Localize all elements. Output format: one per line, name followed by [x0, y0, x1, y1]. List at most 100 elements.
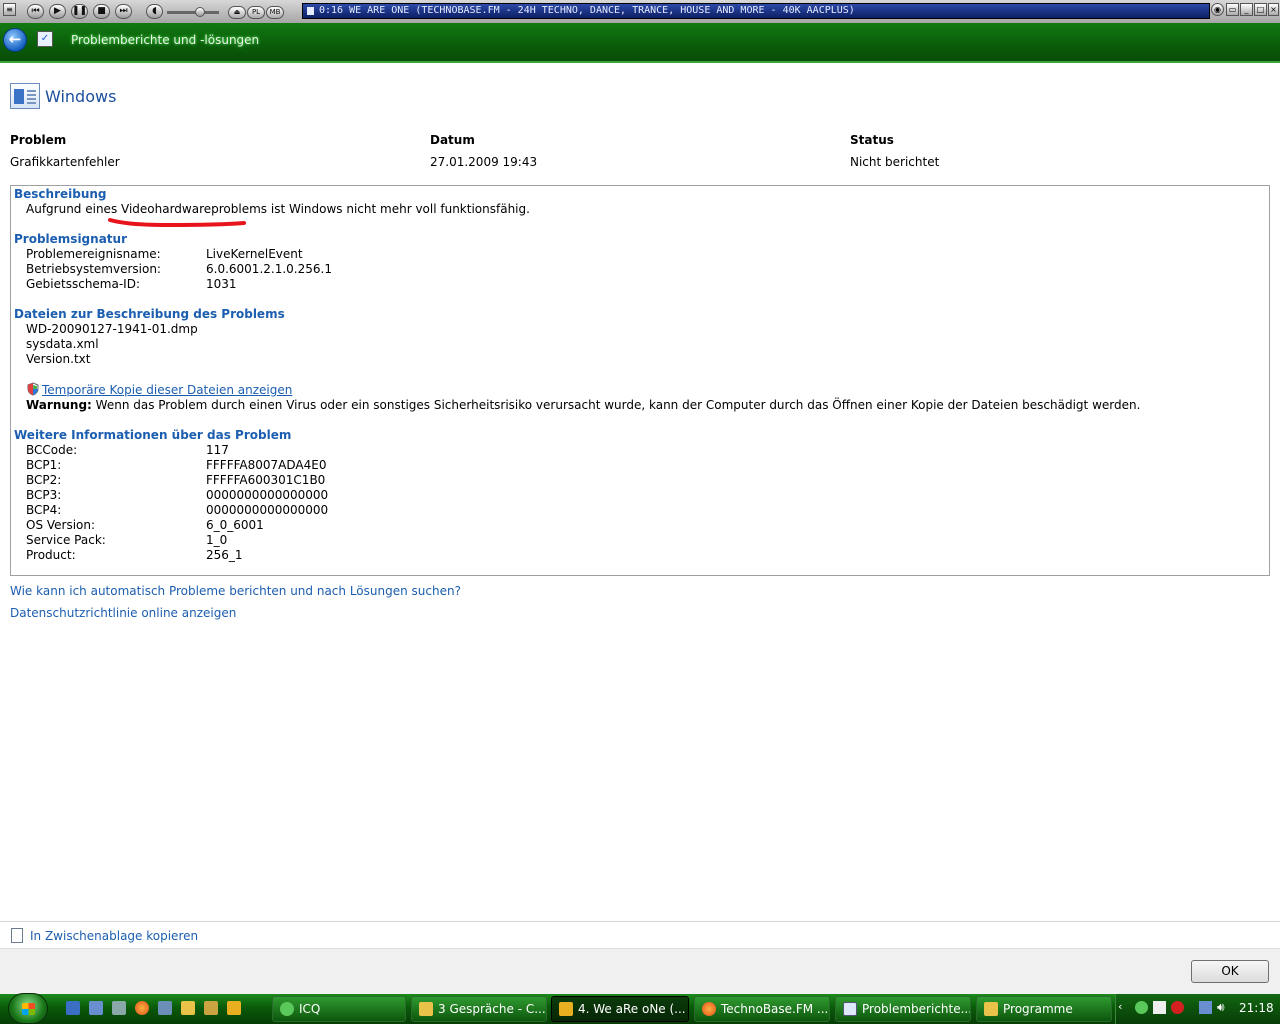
icq-flower-icon [280, 1002, 294, 1016]
taskbar-button-icq[interactable]: ICQ [272, 996, 406, 1022]
taskbar-button-label: ICQ [299, 1002, 321, 1016]
taskbar-button-label: Programme [1003, 1002, 1073, 1016]
back-arrow-icon[interactable]: ← [3, 28, 27, 52]
date-value: 27.01.2009 19:43 [430, 155, 538, 169]
description-text: Aufgrund eines Videohardwareproblems ist… [26, 202, 530, 216]
winamp-options-icon[interactable]: ◉ [1211, 3, 1224, 16]
description-heading: Beschreibung [14, 187, 107, 201]
footer-divider [0, 921, 1280, 922]
eject-icon[interactable]: ⏏ [228, 6, 246, 19]
more-info-value: 0000000000000000 [206, 488, 329, 502]
antivirus-tray-icon[interactable] [1171, 1001, 1184, 1014]
warning-line: Warnung: Wenn das Problem durch einen Vi… [26, 398, 1140, 412]
more-info-value: FFFFFA600301C1B0 [206, 473, 326, 487]
auto-report-help-link[interactable]: Wie kann ich automatisch Probleme berich… [10, 584, 461, 598]
red-underline-annotation [108, 218, 246, 227]
more-info-label: BCCode: [26, 443, 78, 457]
file-item: Version.txt [26, 352, 91, 366]
quicklaunch-app-icon[interactable] [112, 1001, 126, 1015]
problem-value: Grafikkartenfehler [10, 155, 120, 169]
firefox-icon [702, 1002, 716, 1016]
more-info-heading: Weitere Informationen über das Problem [14, 428, 292, 442]
ok-button[interactable]: OK [1191, 960, 1269, 983]
files-heading: Dateien zur Beschreibung des Problems [14, 307, 285, 321]
network-tray-icon[interactable] [1199, 1001, 1212, 1014]
folder-icon [984, 1002, 998, 1016]
winamp-shade-icon[interactable]: ▭ [1226, 3, 1239, 16]
file-item: sysdata.xml [26, 337, 99, 351]
track-title-text: 0:16 WE ARE ONE (TECHNOBASE.FM - 24H TEC… [319, 5, 855, 16]
taskbar-button-label: 3 Gespräche - C... [438, 1002, 546, 1016]
winamp-icon [559, 1002, 573, 1016]
volume-icon[interactable]: ◖ [146, 4, 163, 19]
trophy-icon[interactable] [204, 1001, 218, 1015]
privacy-policy-link[interactable]: Datenschutzrichtlinie online anzeigen [10, 606, 236, 620]
signature-label: Betriebsystemversion: [26, 262, 161, 276]
taskbar-button-label: Problemberichte... [862, 1002, 971, 1016]
volume-slider[interactable] [167, 11, 219, 14]
window-title: Problemberichte und -lösungen [71, 33, 260, 47]
taskbar-button-label: TechnoBase.FM ... [721, 1002, 829, 1016]
more-info-label: BCP2: [26, 473, 62, 487]
problem-reports-app-icon: ✓ [37, 31, 53, 47]
taskbar-button-label: 4. We aRe oNe (... [578, 1002, 686, 1016]
taskbar-button-firefox[interactable]: TechnoBase.FM ... [694, 996, 830, 1022]
product-name: Windows [45, 87, 117, 106]
show-desktop-icon[interactable] [66, 1001, 80, 1015]
network-tool-icon[interactable] [158, 1001, 172, 1015]
volume-tray-icon[interactable]: 🔊︎ [1217, 1001, 1230, 1014]
file-item: WD-20090127-1941-01.dmp [26, 322, 198, 336]
signature-value: 6.0.6001.2.1.0.256.1 [206, 262, 332, 276]
taskbar-button-conversations[interactable]: 3 Gespräche - C... [411, 996, 547, 1022]
next-track-icon[interactable]: ⏭ [115, 4, 132, 19]
winamp-minimize-icon[interactable]: _ [1240, 3, 1253, 16]
folder-icon[interactable] [181, 1001, 195, 1015]
warning-text: Wenn das Problem durch einen Virus oder … [95, 398, 1141, 412]
taskbar-clock[interactable]: 21:18 [1239, 1001, 1274, 1015]
more-info-value: 0000000000000000 [206, 503, 329, 517]
copy-to-clipboard-link[interactable]: In Zwischenablage kopieren [30, 929, 198, 943]
taskbar-button-winamp[interactable]: 4. We aRe oNe (... [551, 996, 689, 1022]
play-icon[interactable]: ▶ [49, 4, 66, 19]
more-info-label: Product: [26, 548, 76, 562]
winamp-icon[interactable] [227, 1001, 241, 1015]
previous-track-icon[interactable]: ⏮ [27, 4, 44, 19]
chat-icon [419, 1002, 433, 1016]
signature-heading: Problemsignatur [14, 232, 127, 246]
more-info-value: 6_0_6001 [206, 518, 264, 532]
more-info-value: 1_0 [206, 533, 228, 547]
status-column-header: Status [850, 133, 894, 147]
icq-tray-icon[interactable] [1135, 1001, 1148, 1014]
volume-slider-thumb[interactable] [195, 7, 205, 17]
view-temporary-copy-link[interactable]: Temporäre Kopie dieser Dateien anzeigen [42, 383, 292, 397]
more-info-label: BCP4: [26, 503, 62, 517]
tray-expand-chevron-icon[interactable]: ‹ [1118, 1000, 1122, 1013]
winamp-close-icon[interactable]: × [1268, 3, 1279, 16]
taskbar-button-programs[interactable]: Programme [976, 996, 1112, 1022]
more-info-label: BCP1: [26, 458, 62, 472]
firefox-icon[interactable] [135, 1001, 149, 1015]
playlist-toggle-button[interactable]: PL [247, 6, 265, 19]
more-info-label: BCP3: [26, 488, 62, 502]
switch-windows-icon[interactable] [89, 1001, 103, 1015]
date-column-header: Datum [430, 133, 475, 147]
stop-icon[interactable]: ■ [93, 4, 110, 19]
more-info-value: 256_1 [206, 548, 243, 562]
more-info-value: 117 [206, 443, 229, 457]
mail-tray-icon[interactable] [1153, 1001, 1166, 1014]
start-button[interactable] [8, 993, 48, 1024]
problem-details-panel [10, 185, 1270, 576]
winamp-maximize-icon[interactable]: □ [1254, 3, 1267, 16]
signature-value: 1031 [206, 277, 237, 291]
mediabrowser-toggle-button[interactable]: MB [266, 6, 284, 19]
track-title-display[interactable]: 0:16 WE ARE ONE (TECHNOBASE.FM - 24H TEC… [302, 3, 1210, 19]
winamp-player-bar: ≡ ⏮ ▶ ❚❚ ■ ⏭ ◖ ⏏ PL MB 0:16 WE ARE ONE (… [0, 0, 1280, 24]
more-info-label: Service Pack: [26, 533, 106, 547]
security-shield-icon [27, 382, 39, 396]
signature-value: LiveKernelEvent [206, 247, 303, 261]
windows-product-icon [10, 83, 40, 109]
taskbar-button-problem-reports[interactable]: Problemberichte... [835, 996, 971, 1022]
warning-label: Warnung: [26, 398, 92, 412]
pause-icon[interactable]: ❚❚ [71, 4, 88, 19]
winamp-menu-icon[interactable]: ≡ [3, 3, 16, 16]
